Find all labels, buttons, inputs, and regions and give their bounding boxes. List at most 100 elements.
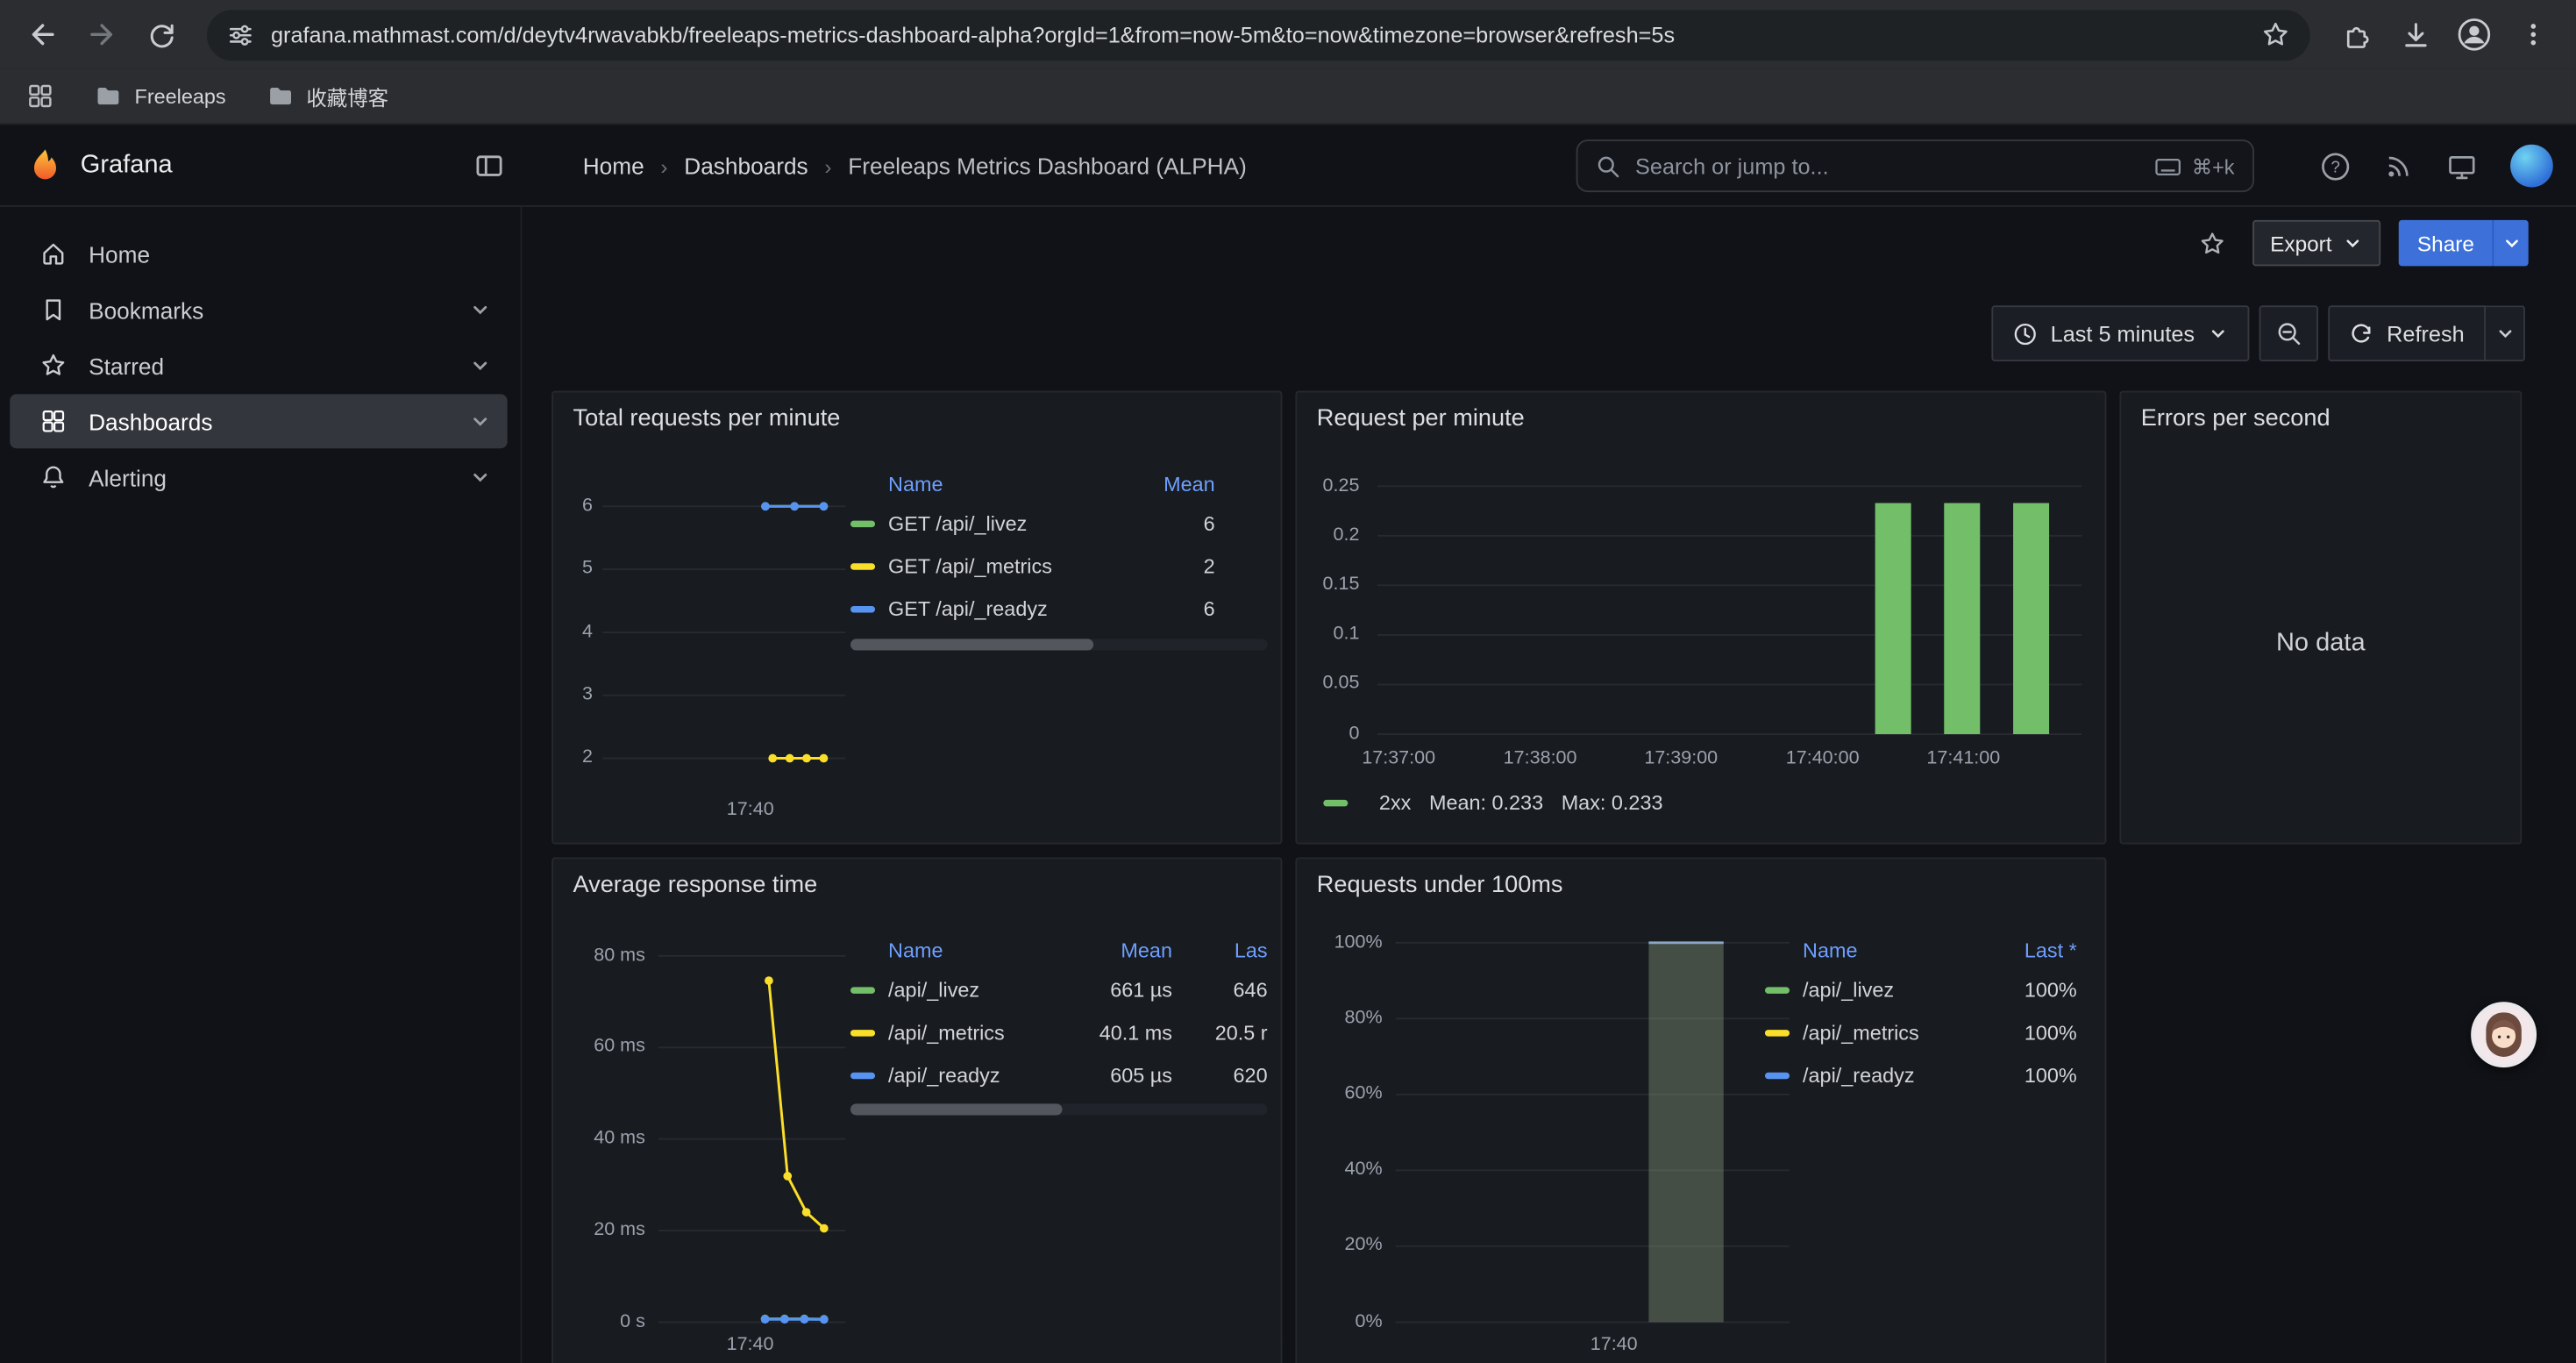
legend-row[interactable]: GET /api/_livez6 xyxy=(850,503,1215,546)
favorite-star-icon[interactable] xyxy=(2191,222,2234,265)
user-avatar[interactable] xyxy=(2510,145,2553,188)
breadcrumb: Home › Dashboards › Freeleaps Metrics Da… xyxy=(583,125,1247,207)
panel-title[interactable]: Average response time xyxy=(573,872,818,898)
legend-col-name[interactable]: Name xyxy=(1803,939,1972,962)
legend-col[interactable]: Mean xyxy=(1127,473,1215,496)
reload-icon[interactable] xyxy=(135,8,188,61)
news-rss-icon[interactable] xyxy=(2384,151,2414,181)
legend-row[interactable]: /api/_metrics100% xyxy=(1765,1011,2077,1054)
sidebar-item-bookmarks[interactable]: Bookmarks xyxy=(10,282,507,337)
series-color-icon xyxy=(850,1031,875,1037)
legend-scrollbar[interactable] xyxy=(850,1103,1268,1115)
breadcrumb-dashboards[interactable]: Dashboards xyxy=(684,153,808,179)
share-button[interactable]: Share xyxy=(2399,220,2492,266)
search-placeholder: Search or jump to... xyxy=(1635,153,1829,178)
site-settings-icon[interactable] xyxy=(226,20,254,48)
grafana-logo[interactable]: Grafana xyxy=(28,125,173,207)
url-bar[interactable]: grafana.mathmast.com/d/deytv4rwavabkb/fr… xyxy=(207,9,2310,60)
series-color-icon xyxy=(850,521,875,527)
legend-scrollbar[interactable] xyxy=(850,639,1268,650)
y-tick-label: 0.25 xyxy=(1261,475,1359,496)
y-tick-label: 6 xyxy=(522,496,593,517)
chevron-down-icon[interactable] xyxy=(470,354,491,375)
legend-table: NameMeanLas/api/_livez661 µs646/api/_met… xyxy=(850,933,1268,1097)
panel-request-per-minute: Request per minute 0.250.20.150.10.05017… xyxy=(1295,391,2106,845)
legend-row[interactable]: /api/_livez100% xyxy=(1765,969,2077,1012)
scrollbar-thumb[interactable] xyxy=(850,639,1093,650)
legend-inline: 2xx Mean: 0.233 Max: 0.233 xyxy=(1323,792,1662,815)
legend-header: NameMean xyxy=(850,467,1215,503)
y-tick-label: 0% xyxy=(1284,1311,1382,1332)
y-tick-label: 4 xyxy=(522,622,593,643)
panel-title[interactable]: Requests under 100ms xyxy=(1317,872,1563,898)
bookmarks-bar: Freeleaps 收藏博客 xyxy=(0,69,2576,125)
apps-grid-icon[interactable] xyxy=(26,82,54,111)
legend-series[interactable]: 2xx xyxy=(1379,792,1411,815)
legend-mean: Mean: 0.233 xyxy=(1429,792,1543,815)
breadcrumb-home[interactable]: Home xyxy=(583,153,644,179)
panel-average-response-time: Average response time 80 ms60 ms40 ms20 … xyxy=(551,857,1282,1363)
panel-title[interactable]: Errors per second xyxy=(2141,406,2330,432)
time-range-picker[interactable]: Last 5 minutes xyxy=(1991,305,2249,361)
chevron-down-icon[interactable] xyxy=(470,410,491,432)
scrollbar-thumb[interactable] xyxy=(850,1103,1063,1115)
kiosk-monitor-icon[interactable] xyxy=(2446,150,2478,182)
y-tick-label: 40 ms xyxy=(547,1128,645,1149)
extensions-icon[interactable] xyxy=(2330,8,2382,61)
legend-row[interactable]: GET /api/_readyz6 xyxy=(850,588,1215,631)
help-icon[interactable]: ? xyxy=(2320,150,2352,182)
x-tick-label: 17:40 xyxy=(676,800,824,821)
back-icon[interactable] xyxy=(17,8,69,61)
zoom-out-button[interactable] xyxy=(2259,305,2317,361)
refresh-interval-chevron[interactable] xyxy=(2486,305,2525,361)
chevron-down-icon[interactable] xyxy=(470,299,491,320)
export-button[interactable]: Export xyxy=(2252,220,2381,266)
sidebar-item-dashboards[interactable]: Dashboards xyxy=(10,394,507,448)
sidebar-item-label: Alerting xyxy=(89,464,167,490)
sidebar-item-alerting[interactable]: Alerting xyxy=(10,450,507,504)
legend-row[interactable]: /api/_livez661 µs646 xyxy=(850,969,1268,1012)
y-tick-label: 0 xyxy=(1261,724,1359,745)
time-controls: Last 5 minutes Refresh xyxy=(1991,305,2525,361)
legend-row[interactable]: /api/_readyz605 µs620 xyxy=(850,1054,1268,1097)
bookmark-label: 收藏博客 xyxy=(306,81,388,112)
chart-canvas xyxy=(553,393,856,797)
legend-col-name[interactable]: Name xyxy=(888,473,1127,496)
sidebar-item-home[interactable]: Home xyxy=(10,226,507,281)
panel-title[interactable]: Total requests per minute xyxy=(573,406,841,432)
bookmark-icon xyxy=(39,296,68,324)
sidebar-item-starred[interactable]: Starred xyxy=(10,339,507,393)
assistant-avatar[interactable] xyxy=(2471,1002,2537,1067)
legend-max: Max: 0.233 xyxy=(1562,792,1663,815)
chevron-down-icon xyxy=(2344,233,2363,253)
forward-icon[interactable] xyxy=(75,8,128,61)
share-menu-chevron[interactable] xyxy=(2493,220,2529,266)
legend-col[interactable]: Las xyxy=(1172,939,1268,962)
legend-col[interactable]: Last * xyxy=(1972,939,2077,962)
legend-header: NameMeanLas xyxy=(850,933,1268,969)
legend-row[interactable]: GET /api/_metrics2 xyxy=(850,546,1215,589)
dashboards-grid-icon xyxy=(39,407,68,435)
browser-menu-icon[interactable] xyxy=(2507,8,2559,61)
legend-row[interactable]: /api/_readyz100% xyxy=(1765,1054,2077,1097)
legend-col-name[interactable]: Name xyxy=(888,939,1071,962)
panel-title[interactable]: Request per minute xyxy=(1317,406,1525,432)
bookmark-item[interactable]: Freeleaps xyxy=(94,82,226,111)
panel-requests-under-100ms: Requests under 100ms 100%80%60%40%20%0%1… xyxy=(1295,857,2106,1363)
svg-text:?: ? xyxy=(2330,157,2339,175)
chart-canvas xyxy=(1297,393,2091,745)
search-input[interactable]: Search or jump to... ⌘+k xyxy=(1576,139,2254,192)
refresh-button[interactable]: Refresh xyxy=(2328,305,2486,361)
url-text[interactable]: grafana.mathmast.com/d/deytv4rwavabkb/fr… xyxy=(271,22,2245,46)
y-tick-label: 3 xyxy=(522,685,593,706)
legend-row[interactable]: /api/_metrics40.1 ms20.5 r xyxy=(850,1011,1268,1054)
chevron-right-icon: › xyxy=(824,153,831,178)
download-icon[interactable] xyxy=(2389,8,2442,61)
sidebar-item-label: Dashboards xyxy=(89,408,212,434)
legend-col[interactable]: Mean xyxy=(1071,939,1172,962)
bookmark-item[interactable]: 收藏博客 xyxy=(266,81,388,112)
chevron-down-icon[interactable] xyxy=(470,467,491,488)
bookmark-star-icon[interactable] xyxy=(2260,19,2290,49)
profile-avatar-icon[interactable] xyxy=(2448,8,2501,61)
sidebar-toggle-icon[interactable] xyxy=(473,149,505,182)
